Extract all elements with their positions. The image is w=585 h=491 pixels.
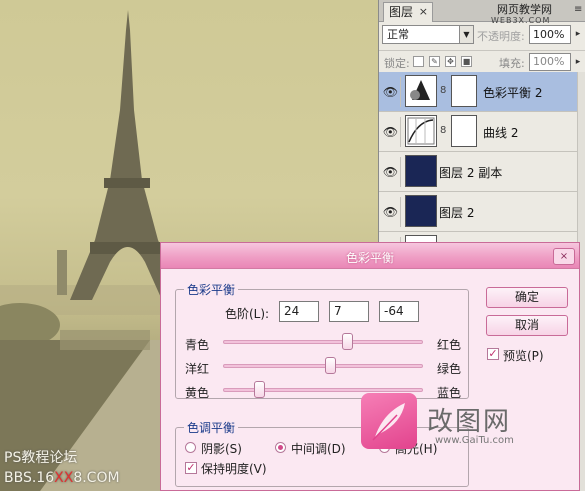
radio-midtones[interactable] (275, 442, 286, 453)
fill-field[interactable]: 100% (529, 53, 571, 71)
blend-row: 正常 ▼ 不透明度: 100% ▸ (379, 22, 585, 48)
layer-name: 图层 2 副本 (439, 166, 503, 180)
close-icon[interactable]: × (419, 3, 428, 21)
layer-row-color-balance[interactable]: 👁 8 色彩平衡 2 (379, 72, 585, 112)
lock-label: 锁定: (384, 57, 410, 70)
lock-transparency-icon[interactable] (413, 56, 424, 67)
lock-row: 锁定: ✎ ✥ ■ 填充: 100% ▸ (379, 50, 585, 72)
layer-row-layer2-copy[interactable]: 👁 图层 2 副本 (379, 152, 585, 192)
forum-watermark-line1: PS教程论坛 (4, 450, 78, 466)
close-icon[interactable]: × (553, 248, 575, 265)
forum-watermark-post: 8.COM (73, 470, 120, 486)
slider-track[interactable] (223, 340, 423, 344)
preview-checkbox[interactable]: ✓ (487, 348, 499, 360)
feather-logo-icon (361, 393, 417, 449)
tab-layers-label: 图层 (389, 5, 414, 19)
color-balance-dialog: 色彩平衡 × 色彩平衡 色阶(L): 24 7 -64 青色 红色 洋红 绿色 … (160, 242, 580, 491)
panel-menu-icon[interactable]: ≡ (574, 4, 584, 16)
slider-right-label: 绿色 (437, 362, 462, 376)
eye-icon[interactable]: 👁 (381, 157, 401, 187)
layer-thumbnail (405, 195, 437, 227)
slider-thumb[interactable] (342, 333, 353, 350)
cancel-button[interactable]: 取消 (486, 315, 568, 336)
tone-balance-group: 色调平衡 (175, 419, 469, 487)
slider-left-label: 洋红 (185, 362, 210, 376)
link-icon[interactable]: 8 (440, 125, 446, 136)
tab-layers[interactable]: 图层 × (383, 2, 433, 22)
layer-row-layer2[interactable]: 👁 图层 2 (379, 192, 585, 232)
layer-mask-thumbnail[interactable] (451, 115, 477, 147)
layer-thumbnail (405, 155, 437, 187)
layers-tabbar: 图层 × 网页教学网 WEB3X.COM ≡ (379, 0, 585, 25)
lock-brush-icon[interactable]: ✎ (429, 56, 440, 67)
brand-name: 改图网 (427, 407, 512, 437)
dialog-title: 色彩平衡 (345, 251, 394, 265)
radio-midtones-label: 中间调(D) (291, 442, 346, 456)
levels-label: 色阶(L): (225, 307, 270, 321)
site-watermark: 网页教学网 (497, 3, 552, 16)
brand-url: www.GaiTu.com (435, 435, 514, 446)
layer-mask-thumbnail[interactable] (451, 75, 477, 107)
chevron-down-icon[interactable]: ▼ (459, 26, 473, 43)
slider-track[interactable] (223, 388, 423, 392)
fill-arrow-icon[interactable]: ▸ (572, 53, 584, 71)
forum-watermark-line2: BBS.16XX8.COM (4, 468, 120, 488)
preserve-luminosity-checkbox[interactable]: ✓ (185, 462, 197, 474)
preserve-luminosity-label: 保持明度(V) (201, 462, 267, 476)
radio-shadows[interactable] (185, 442, 196, 453)
layer-name: 图层 2 (439, 206, 475, 220)
curves-adjustment-icon (405, 115, 437, 147)
color-balance-adjustment-icon (405, 75, 437, 107)
layer-name: 色彩平衡 2 (483, 86, 543, 100)
level-cyan-red-input[interactable]: 24 (279, 301, 319, 322)
slider-right-label: 红色 (437, 338, 462, 352)
opacity-label: 不透明度: (477, 30, 525, 43)
slider-track[interactable] (223, 364, 423, 368)
opacity-arrow-icon[interactable]: ▸ (572, 25, 584, 44)
blend-mode-select[interactable]: 正常 ▼ (382, 25, 474, 44)
fill-label: 填充: (499, 57, 525, 70)
radio-shadows-label: 阴影(S) (201, 442, 242, 456)
slider-thumb[interactable] (254, 381, 265, 398)
level-magenta-green-input[interactable]: 7 (329, 301, 369, 322)
forum-watermark: PS教程论坛 BBS.16XX8.COM (4, 448, 120, 488)
layer-row-curves[interactable]: 👁 8 曲线 2 (379, 112, 585, 152)
forum-watermark-mark: XX (54, 470, 74, 486)
color-balance-group-label: 色彩平衡 (184, 281, 239, 298)
lock-move-icon[interactable]: ✥ (445, 56, 456, 67)
lock-all-icon[interactable]: ■ (461, 56, 472, 67)
level-yellow-blue-input[interactable]: -64 (379, 301, 419, 322)
ok-button[interactable]: 确定 (486, 287, 568, 308)
preview-label: 预览(P) (503, 349, 544, 363)
eye-icon[interactable]: 👁 (381, 77, 401, 107)
link-icon[interactable]: 8 (440, 85, 446, 96)
blend-mode-value: 正常 (387, 28, 409, 41)
slider-right-label: 蓝色 (437, 386, 462, 400)
slider-thumb[interactable] (325, 357, 336, 374)
opacity-field[interactable]: 100% (529, 25, 571, 44)
forum-watermark-pre: BBS.16 (4, 470, 55, 486)
tone-balance-group-label: 色调平衡 (184, 419, 239, 436)
eye-icon[interactable]: 👁 (381, 117, 401, 147)
dialog-titlebar[interactable]: 色彩平衡 × (161, 243, 579, 269)
color-balance-group: 色彩平衡 (175, 281, 469, 399)
slider-left-label: 黄色 (185, 386, 210, 400)
slider-left-label: 青色 (185, 338, 210, 352)
layer-name: 曲线 2 (483, 126, 519, 140)
eye-icon[interactable]: 👁 (381, 197, 401, 227)
